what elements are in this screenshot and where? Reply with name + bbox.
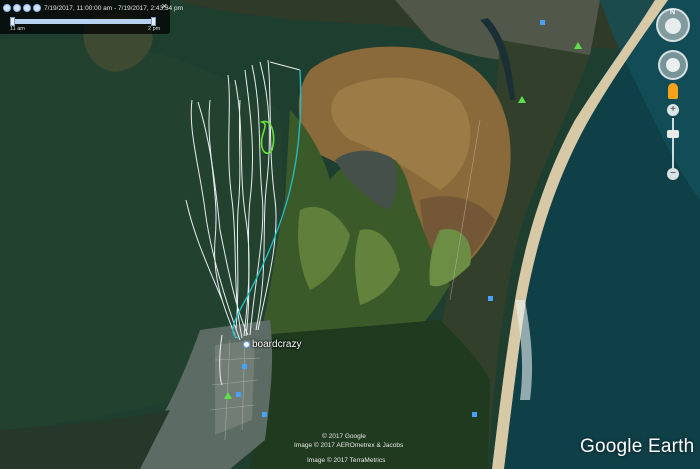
navigation-controls[interactable]: N + − bbox=[652, 4, 696, 180]
north-indicator[interactable]: N bbox=[670, 9, 675, 16]
google-earth-logo: Google Earth bbox=[580, 436, 695, 457]
poi-marker[interactable] bbox=[242, 364, 247, 369]
time-selection bbox=[12, 19, 156, 24]
placemark-pin-icon[interactable] bbox=[243, 341, 250, 348]
time-slider-tools bbox=[3, 4, 41, 12]
attribution-terrametrics: Image © 2017 TerraMetrics bbox=[307, 457, 386, 464]
time-start-label: 11 am bbox=[10, 26, 25, 32]
time-start-handle[interactable] bbox=[10, 17, 15, 26]
zoom-out-icon[interactable] bbox=[23, 4, 31, 12]
attribution-aerometrex: Image © 2017 AEROmetrex & Jacobs bbox=[294, 442, 404, 449]
satellite-map[interactable] bbox=[0, 0, 700, 469]
settings-icon[interactable] bbox=[33, 4, 41, 12]
time-end-handle[interactable] bbox=[151, 17, 156, 26]
zoom-in-button[interactable]: + bbox=[667, 104, 679, 116]
placemark[interactable]: boardcrazy bbox=[243, 339, 301, 350]
zoom-slider[interactable] bbox=[672, 118, 674, 168]
clock-icon[interactable] bbox=[3, 4, 11, 12]
zoom-out-button[interactable]: − bbox=[667, 168, 679, 180]
poi-marker[interactable] bbox=[540, 20, 545, 25]
pan-icon[interactable] bbox=[666, 58, 680, 72]
poi-marker[interactable] bbox=[472, 412, 477, 417]
poi-marker[interactable] bbox=[236, 392, 241, 397]
poi-marker[interactable] bbox=[262, 412, 267, 417]
zoom-in-icon[interactable] bbox=[13, 4, 21, 12]
town-core bbox=[215, 340, 255, 435]
time-slider-panel[interactable]: 7/19/2017, 11:00:00 am - 7/19/2017, 2:43… bbox=[0, 0, 183, 34]
close-icon[interactable]: ✕ bbox=[161, 3, 168, 11]
poi-marker[interactable] bbox=[488, 296, 493, 301]
attribution-google: © 2017 Google bbox=[322, 433, 366, 440]
pegman-icon[interactable] bbox=[668, 83, 678, 99]
time-end-label: 2 pm bbox=[148, 26, 161, 32]
placemark-label[interactable]: boardcrazy bbox=[252, 339, 301, 350]
look-icon[interactable] bbox=[665, 18, 681, 34]
zoom-slider-knob[interactable] bbox=[667, 130, 679, 138]
